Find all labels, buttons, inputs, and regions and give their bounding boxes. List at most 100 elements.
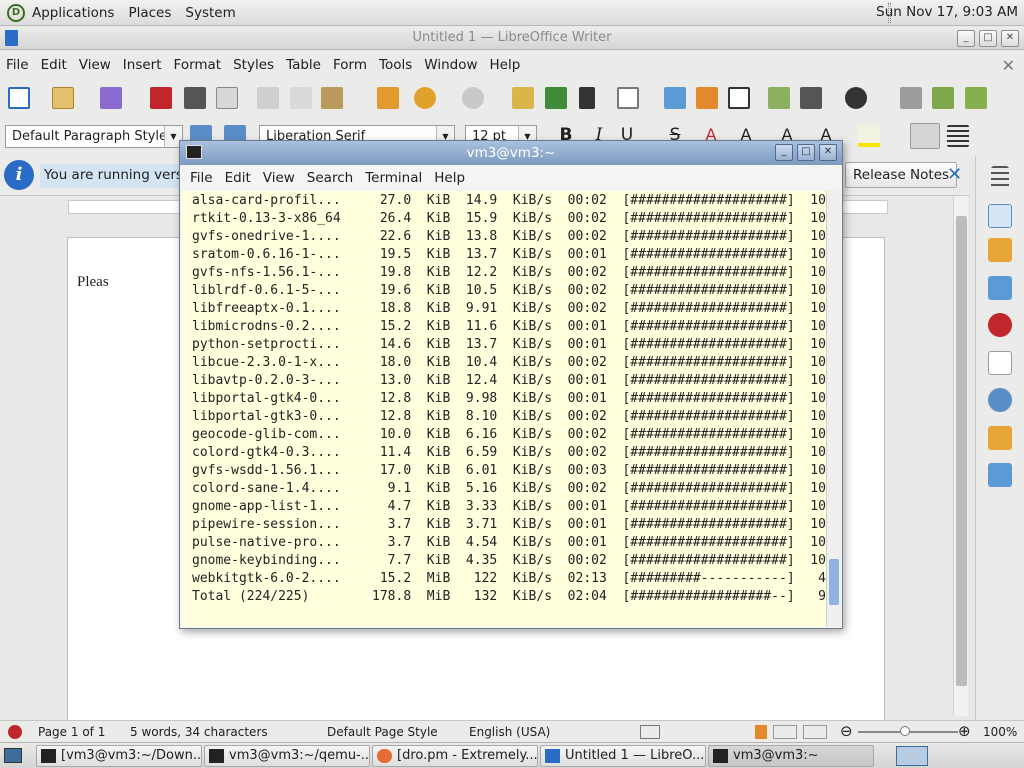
book-view-icon[interactable] [803, 725, 827, 739]
insert-textbox-icon[interactable] [728, 87, 750, 109]
sidebar [975, 156, 1024, 720]
special-character-icon[interactable] [845, 87, 867, 109]
workspace-switcher[interactable] [896, 746, 928, 766]
minimize-button[interactable]: _ [957, 30, 975, 47]
menu-format[interactable]: Format [168, 57, 228, 73]
task-terminal-downloads[interactable]: [vm3@vm3:~/Down... [36, 745, 202, 767]
redo-icon[interactable] [462, 87, 484, 109]
insert-image-icon[interactable] [664, 87, 686, 109]
release-notes-button[interactable]: Release Notes [845, 162, 958, 188]
menu-file[interactable]: File [0, 57, 35, 73]
menu-insert[interactable]: Insert [117, 57, 168, 73]
new-document-icon[interactable] [8, 87, 30, 109]
menu-file[interactable]: File [184, 170, 219, 186]
close-button[interactable]: ✕ [1001, 30, 1019, 47]
menu-applications[interactable]: Applications [25, 5, 121, 21]
menu-table[interactable]: Table [280, 57, 327, 73]
scrollbar-thumb[interactable] [829, 559, 839, 605]
page-text[interactable]: Pleas [77, 274, 109, 291]
page-icon[interactable] [988, 351, 1012, 375]
close-document-icon[interactable]: ✕ [1002, 56, 1015, 75]
minimize-button[interactable]: _ [775, 144, 793, 161]
maximize-button[interactable]: □ [979, 30, 997, 47]
highlight-icon[interactable] [858, 125, 880, 147]
terminal-output[interactable]: alsa-card-profil... 27.0 KiB 14.9 KiB/s … [182, 191, 826, 627]
terminal-window[interactable]: vm3@vm3:~ _ □ ✕ File Edit View Search Te… [179, 140, 843, 629]
zoom-level[interactable]: 100% [983, 725, 1017, 739]
style-inspector-icon[interactable] [988, 388, 1012, 412]
close-icon[interactable]: ✕ [947, 164, 962, 185]
scrollbar-thumb[interactable] [956, 216, 967, 686]
copy-icon[interactable] [290, 87, 312, 109]
terminal-scrollbar[interactable] [826, 191, 841, 627]
clock[interactable]: Sun Nov 17, 9:03 AM [876, 4, 1018, 20]
export-pdf-icon[interactable] [150, 87, 172, 109]
comment-icon[interactable] [965, 87, 987, 109]
word-count[interactable]: 5 words, 34 characters [130, 725, 268, 739]
terminal-line: rtkit-0.13-3-x86_64 26.4 KiB 15.9 KiB/s … [192, 211, 826, 226]
page-count[interactable]: Page 1 of 1 [38, 725, 105, 739]
footnote-icon[interactable] [932, 87, 954, 109]
open-folder-icon[interactable] [52, 87, 74, 109]
find-replace-icon[interactable] [512, 87, 534, 109]
manage-changes-icon[interactable] [988, 426, 1012, 450]
save-icon[interactable] [100, 87, 122, 109]
menu-form[interactable]: Form [327, 57, 373, 73]
insert-mode-icon[interactable] [640, 725, 660, 739]
menu-styles[interactable]: Styles [227, 57, 280, 73]
formatting-marks-icon[interactable] [579, 87, 595, 109]
menu-help[interactable]: Help [428, 170, 471, 186]
terminal-titlebar[interactable]: vm3@vm3:~ _ □ ✕ [180, 141, 842, 165]
menu-view[interactable]: View [73, 57, 117, 73]
cut-icon[interactable] [257, 87, 279, 109]
paragraph-style-combo[interactable]: Default Paragraph Style ▼ [5, 125, 183, 148]
print-icon[interactable] [184, 87, 206, 109]
insert-table-icon[interactable] [617, 87, 639, 109]
sidebar-menu-icon[interactable] [991, 166, 1009, 190]
align-center-icon[interactable] [947, 125, 969, 147]
menu-help[interactable]: Help [484, 57, 527, 73]
menu-edit[interactable]: Edit [35, 57, 73, 73]
menu-terminal[interactable]: Terminal [359, 170, 428, 186]
language[interactable]: English (USA) [469, 725, 550, 739]
task-browser[interactable]: [dro.pm - Extremely... [372, 745, 538, 767]
paste-icon[interactable] [321, 87, 343, 109]
navigator-icon[interactable] [988, 313, 1012, 337]
menu-edit[interactable]: Edit [219, 170, 257, 186]
align-left-icon[interactable] [910, 123, 940, 149]
page-style[interactable]: Default Page Style [327, 725, 438, 739]
print-preview-icon[interactable] [216, 87, 238, 109]
task-terminal-home[interactable]: vm3@vm3:~ [708, 745, 874, 767]
page-break-icon[interactable] [768, 87, 790, 109]
spelling-icon[interactable] [545, 87, 567, 109]
gallery-icon[interactable] [988, 276, 1012, 300]
multi-page-view-icon[interactable] [773, 725, 797, 739]
distro-logo-icon[interactable]: D [7, 3, 25, 22]
menu-window[interactable]: Window [418, 57, 483, 73]
menu-search[interactable]: Search [301, 170, 359, 186]
styles-icon[interactable] [988, 238, 1012, 262]
design-icon[interactable] [988, 463, 1012, 487]
zoom-slider-thumb[interactable] [900, 726, 910, 736]
clone-formatting-icon[interactable] [377, 87, 399, 109]
insert-chart-icon[interactable] [696, 87, 718, 109]
zoom-out-icon[interactable]: ⊖ [840, 722, 853, 740]
show-desktop-icon[interactable] [4, 748, 22, 763]
task-terminal-qemu[interactable]: vm3@vm3:~/qemu-... [204, 745, 370, 767]
terminal-line: gvfs-wsdd-1.56.1... 17.0 KiB 6.01 KiB/s … [192, 463, 826, 478]
menu-view[interactable]: View [257, 170, 301, 186]
undo-icon[interactable] [414, 87, 436, 109]
menu-places[interactable]: Places [121, 5, 178, 21]
properties-icon[interactable] [988, 204, 1012, 228]
menu-tools[interactable]: Tools [373, 57, 418, 73]
vertical-scrollbar[interactable] [953, 196, 968, 716]
hyperlink-icon[interactable] [900, 87, 922, 109]
single-page-view-icon[interactable] [755, 725, 767, 739]
insert-field-icon[interactable] [800, 87, 822, 109]
menu-system[interactable]: System [178, 5, 242, 21]
terminal-icon [209, 749, 224, 763]
zoom-in-icon[interactable]: ⊕ [958, 722, 971, 740]
close-button[interactable]: ✕ [819, 144, 837, 161]
task-writer[interactable]: Untitled 1 — LibreO... [540, 745, 706, 767]
maximize-button[interactable]: □ [797, 144, 815, 161]
